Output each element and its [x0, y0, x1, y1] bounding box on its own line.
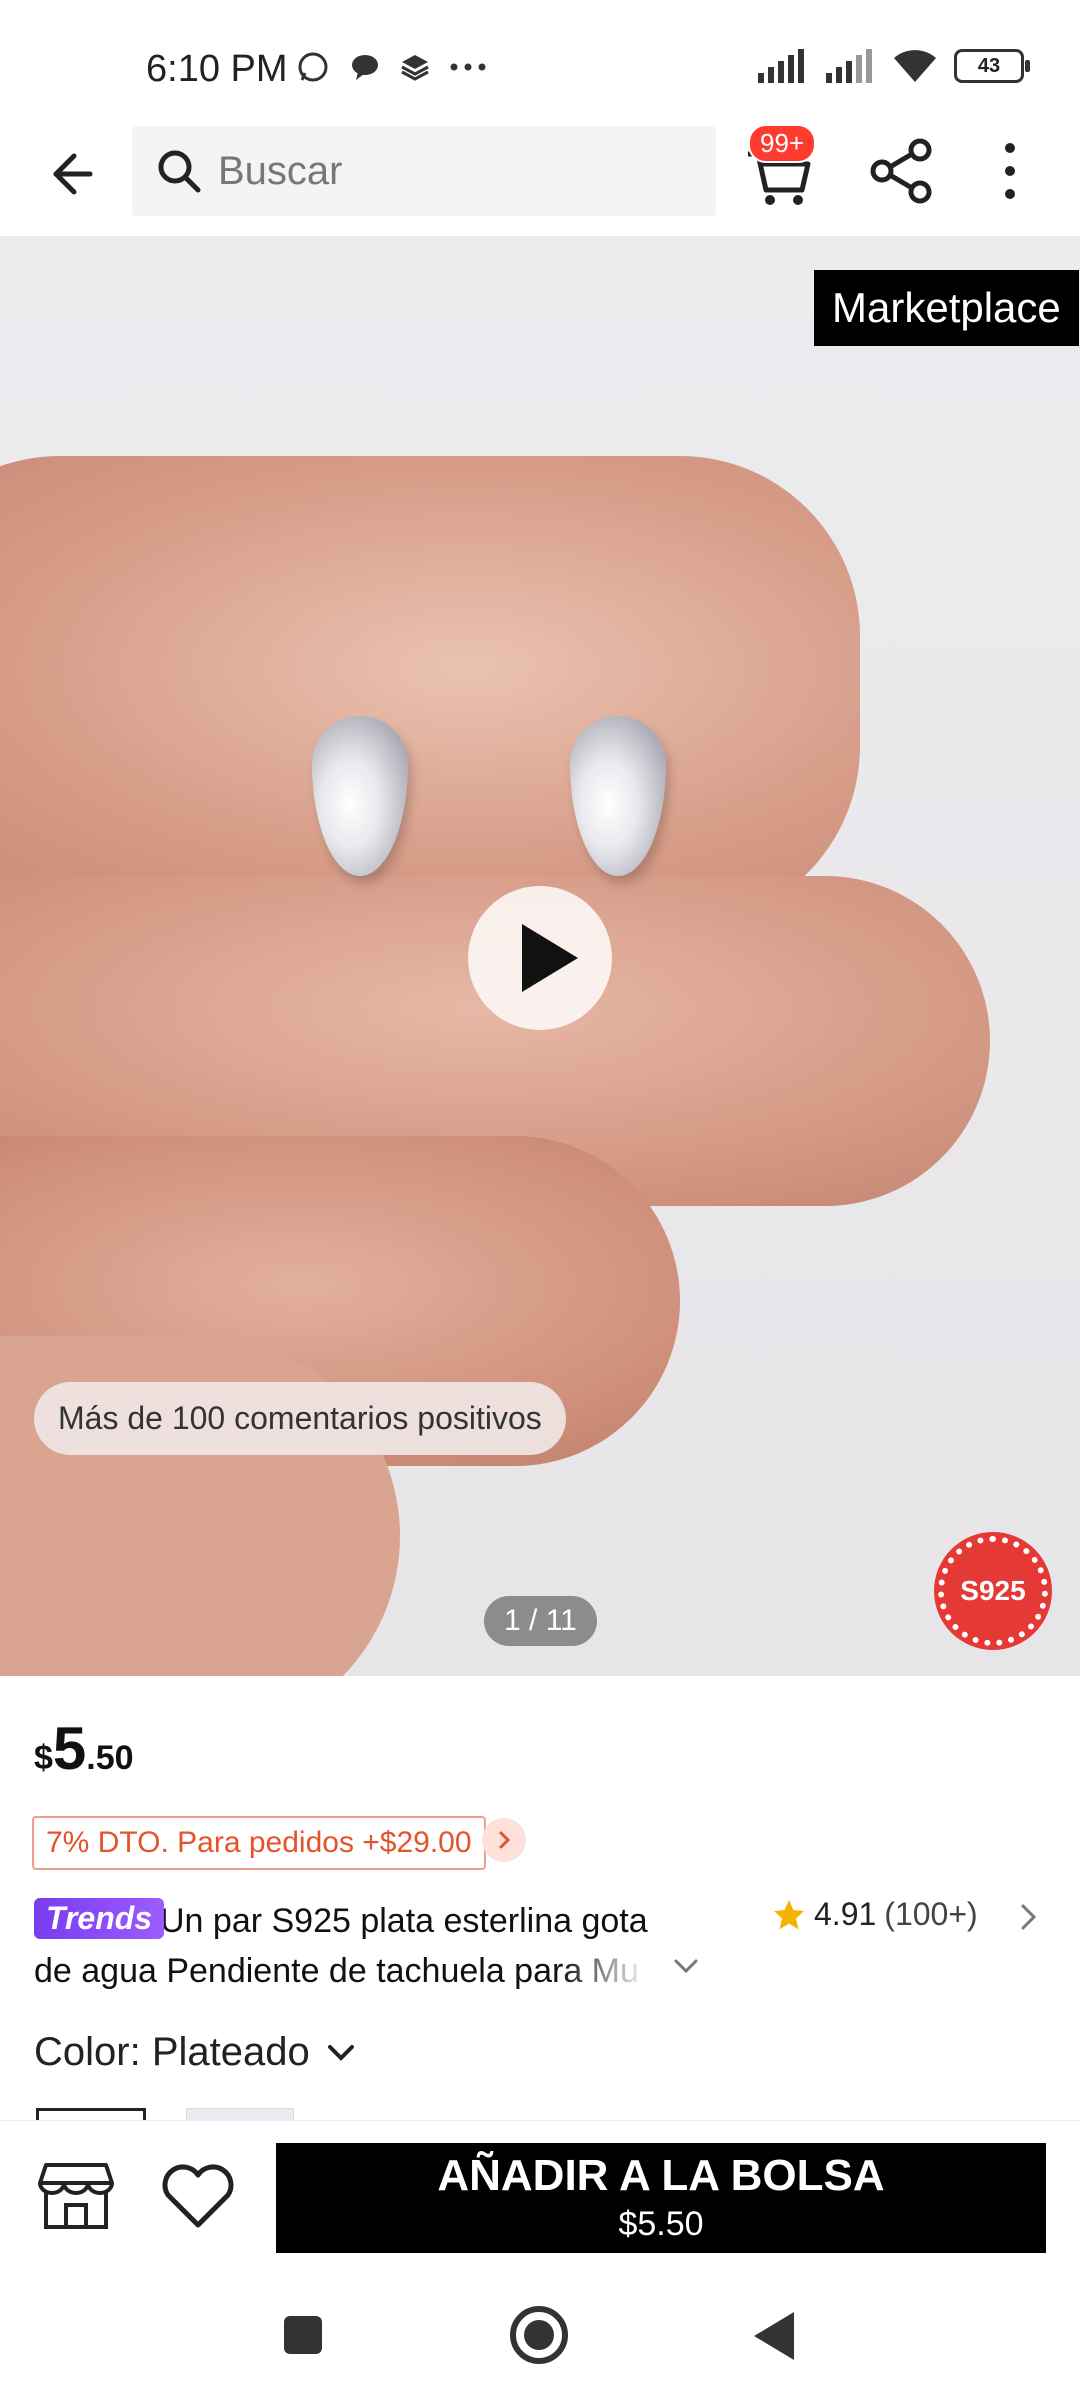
price-currency: $	[34, 1739, 53, 1777]
signal-secondary-icon	[826, 49, 872, 83]
product-image-gallery[interactable]: Marketplace Más de 100 comentarios posit…	[0, 236, 1080, 1676]
more-notifications-icon	[450, 63, 486, 71]
quality-seal-icon: S925	[938, 1536, 1048, 1646]
wifi-icon	[894, 50, 936, 82]
home-icon[interactable]	[510, 2306, 568, 2364]
back-arrow-icon[interactable]	[34, 142, 98, 206]
status-time: 6:10 PM	[146, 48, 288, 90]
chat-bubble-icon	[352, 55, 378, 80]
system-indicators: 43	[756, 48, 1030, 84]
color-option-selected[interactable]	[36, 2108, 146, 2120]
signal-icon	[758, 49, 804, 83]
cart-badge: 99+	[748, 124, 817, 163]
system-navigation-bar	[0, 2266, 1080, 2400]
discount-chevron-icon[interactable]	[482, 1818, 526, 1862]
search-placeholder: Buscar	[218, 148, 343, 193]
product-price: $5.50	[34, 1714, 134, 1783]
more-options-icon[interactable]	[990, 136, 1030, 206]
search-input[interactable]: Buscar	[132, 126, 716, 216]
status-bar: 6:10 PM 43	[0, 0, 1080, 120]
title-fade	[560, 1946, 670, 1996]
positive-reviews-pill[interactable]: Más de 100 comentarios positivos	[34, 1382, 566, 1455]
color-label: Color: Plateado	[34, 2030, 310, 2074]
rating-count: (100+)	[884, 1896, 978, 1932]
trends-badge: Trends	[34, 1898, 165, 1939]
heart-icon[interactable]	[160, 2163, 236, 2231]
discount-tag[interactable]: 7% DTO. Para pedidos +$29.00	[32, 1816, 486, 1870]
color-option[interactable]	[186, 2108, 294, 2120]
battery-indicator: 43	[954, 49, 1030, 83]
rating-chevron-icon[interactable]	[1016, 1902, 1040, 1932]
product-photo-hand	[0, 456, 860, 926]
star-icon	[774, 1899, 804, 1929]
expand-title-icon[interactable]	[672, 1956, 700, 1976]
recents-icon[interactable]	[284, 2316, 322, 2354]
chevron-down-icon	[327, 2044, 354, 2061]
search-icon	[158, 150, 201, 193]
price-decimal: .50	[86, 1739, 134, 1777]
notification-icons	[296, 50, 488, 84]
image-page-indicator: 1 / 11	[484, 1596, 597, 1646]
marketplace-label: Marketplace	[814, 270, 1079, 346]
system-back-icon[interactable]	[754, 2312, 794, 2360]
add-to-bag-price: $5.50	[618, 2205, 704, 2243]
store-icon[interactable]	[38, 2161, 114, 2231]
bottom-action-bar: AÑADIR A LA BOLSA $5.50	[0, 2120, 1080, 2266]
share-icon[interactable]	[866, 136, 936, 206]
product-rating[interactable]: 4.91 (100+)	[772, 1896, 978, 1933]
add-to-bag-button[interactable]: AÑADIR A LA BOLSA $5.50	[276, 2143, 1046, 2253]
whatsapp-icon	[298, 52, 328, 82]
add-to-bag-label: AÑADIR A LA BOLSA	[437, 2151, 885, 2200]
color-selector[interactable]: Color: Plateado	[34, 2030, 356, 2075]
price-integer: 5	[52, 1715, 87, 1782]
layers-icon	[401, 55, 429, 81]
play-video-button[interactable]	[468, 886, 612, 1030]
top-header: Buscar 99+	[0, 120, 1080, 236]
rating-value: 4.91	[814, 1896, 877, 1932]
